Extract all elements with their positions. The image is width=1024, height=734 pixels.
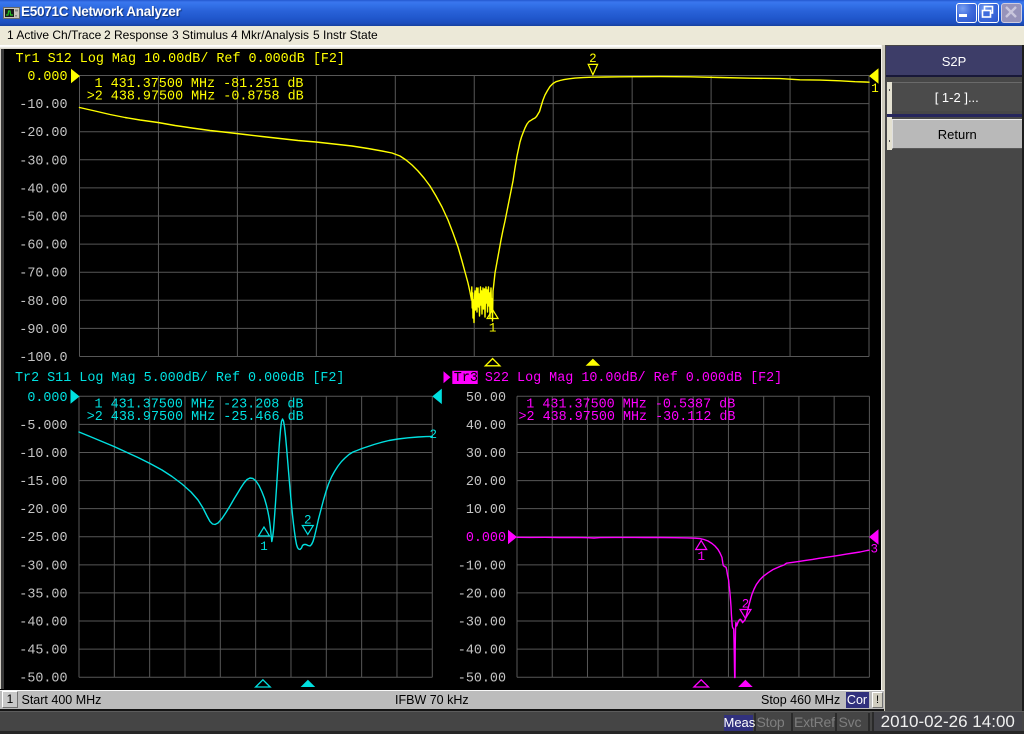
svg-text:1: 1 — [697, 550, 705, 564]
svg-text:-90.00: -90.00 — [19, 323, 67, 338]
svg-text:-25.00: -25.00 — [19, 531, 67, 546]
svg-text:Tr2 S11 Log Mag 5.000dB/ Ref 0: Tr2 S11 Log Mag 5.000dB/ Ref 0.000dB [F2… — [15, 371, 344, 386]
svg-text:-50.00: -50.00 — [19, 211, 67, 226]
svg-text:Tr1 S12 Log Mag 10.00dB/ Ref 0: Tr1 S12 Log Mag 10.00dB/ Ref 0.000dB [F2… — [16, 52, 345, 67]
svg-text:2: 2 — [430, 428, 438, 442]
svg-text:-80.00: -80.00 — [19, 295, 67, 310]
svg-text:-50.00: -50.00 — [458, 672, 506, 687]
svg-text:-50.00: -50.00 — [19, 672, 67, 687]
svg-text:-20.00: -20.00 — [458, 587, 506, 602]
svg-text:1: 1 — [871, 82, 879, 96]
svg-text:0.000: 0.000 — [27, 70, 67, 85]
svg-text:-60.00: -60.00 — [19, 239, 67, 254]
svg-text:-40.00: -40.00 — [458, 644, 506, 659]
svg-text:40.00: 40.00 — [466, 419, 506, 434]
svg-text:0.000: 0.000 — [466, 531, 506, 546]
svg-text:-30.00: -30.00 — [19, 559, 67, 574]
svg-text:-20.00: -20.00 — [19, 126, 67, 141]
svg-text:-100.0: -100.0 — [19, 351, 67, 366]
svg-text:30.00: 30.00 — [466, 447, 506, 462]
svg-text:1: 1 — [489, 322, 497, 336]
svg-text:1: 1 — [260, 540, 268, 554]
svg-text:-45.00: -45.00 — [19, 644, 67, 659]
svg-text:50.00: 50.00 — [466, 391, 506, 406]
svg-text:-10.00: -10.00 — [19, 98, 67, 113]
svg-text:S22 Log Mag 10.00dB/ Ref 0.000: S22 Log Mag 10.00dB/ Ref 0.000dB [F2] — [485, 371, 782, 386]
svg-text:-20.00: -20.00 — [19, 503, 67, 518]
svg-text:>2 438.97500 MHz -30.112 dB: >2 438.97500 MHz -30.112 dB — [519, 410, 736, 425]
svg-text:10.00: 10.00 — [466, 503, 506, 518]
svg-text:-5.000: -5.000 — [19, 419, 67, 434]
svg-text:>2 438.97500 MHz -0.8758 dB: >2 438.97500 MHz -0.8758 dB — [87, 90, 304, 105]
svg-text:-35.00: -35.00 — [19, 587, 67, 602]
svg-text:-10.00: -10.00 — [458, 559, 506, 574]
svg-text:-40.00: -40.00 — [19, 616, 67, 631]
svg-text:3: 3 — [871, 543, 879, 557]
svg-text:>2 438.97500 MHz -25.466 dB: >2 438.97500 MHz -25.466 dB — [87, 410, 304, 425]
svg-text:-15.00: -15.00 — [19, 475, 67, 490]
svg-text:-30.00: -30.00 — [19, 154, 67, 169]
svg-text:-10.00: -10.00 — [19, 447, 67, 462]
svg-text:Tr3: Tr3 — [454, 371, 478, 386]
svg-text:-70.00: -70.00 — [19, 267, 67, 282]
svg-text:-40.00: -40.00 — [19, 182, 67, 197]
svg-text:-30.00: -30.00 — [458, 616, 506, 631]
svg-text:0.000: 0.000 — [27, 391, 67, 406]
svg-text:20.00: 20.00 — [466, 475, 506, 490]
svg-text:2: 2 — [589, 52, 597, 66]
